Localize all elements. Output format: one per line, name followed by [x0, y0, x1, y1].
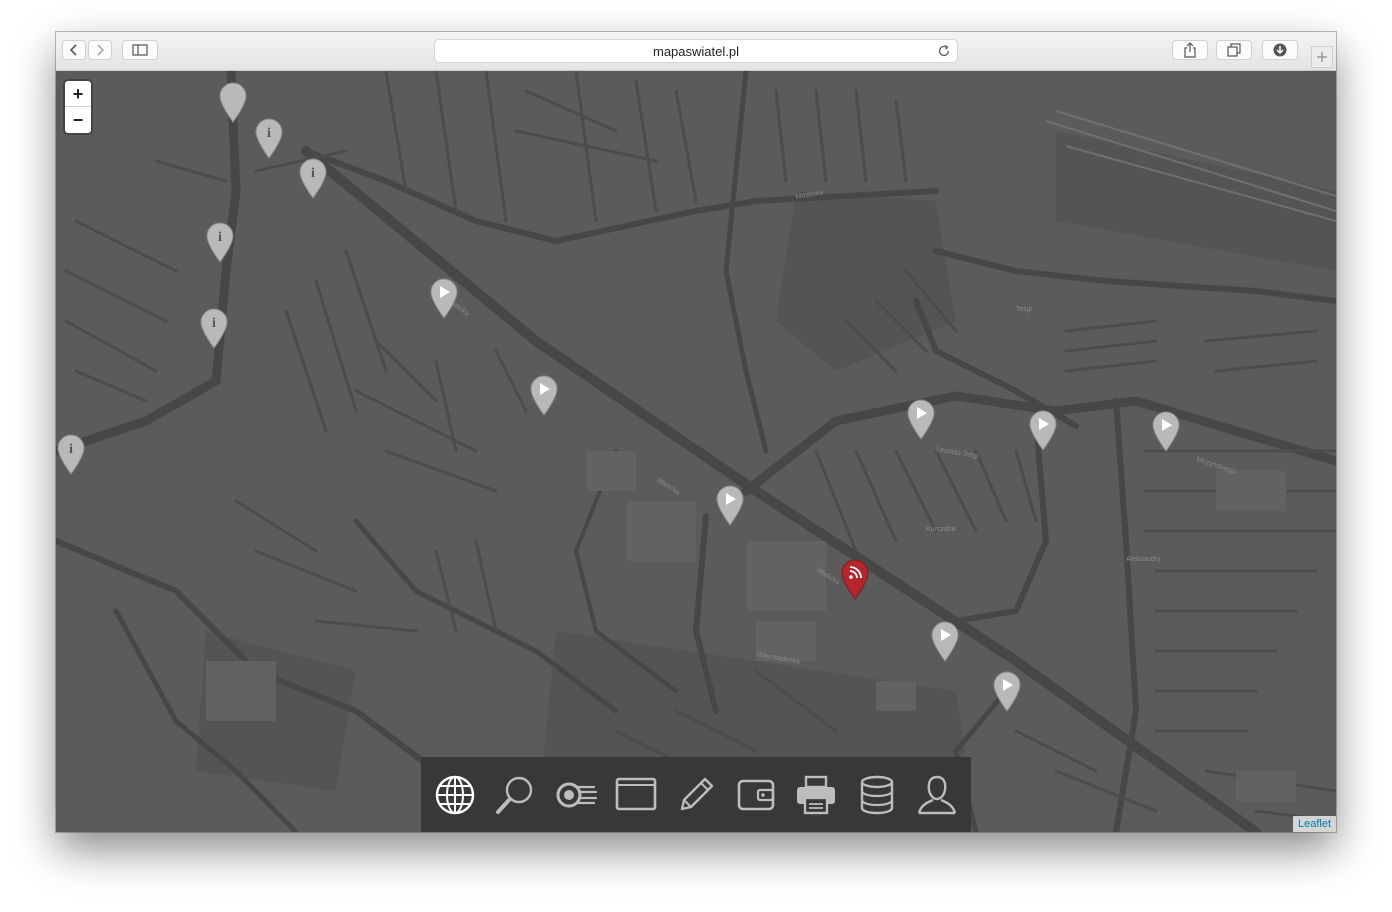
user-icon [917, 775, 957, 814]
attribution-link[interactable]: Leaflet [1298, 818, 1331, 830]
dock-item-database[interactable] [852, 770, 902, 820]
play-icon[interactable] [429, 277, 459, 319]
svg-text:i: i [69, 442, 73, 457]
play-icon[interactable] [992, 670, 1022, 712]
plus-icon [1317, 52, 1327, 62]
svg-text:Aleksandry: Aleksandry [1126, 556, 1161, 563]
forward-button[interactable] [88, 40, 112, 60]
dock-item-user[interactable] [912, 770, 962, 820]
new-tab-button[interactable] [1311, 46, 1333, 68]
zoom-in-button[interactable]: + [65, 81, 91, 107]
svg-text:Teligi: Teligi [1016, 306, 1032, 313]
play-icon[interactable] [715, 484, 745, 526]
play-icon[interactable] [930, 620, 960, 662]
url-text: mapaswiatel.pl [653, 43, 739, 59]
back-button[interactable] [62, 40, 86, 60]
downloads-button[interactable] [1262, 40, 1298, 60]
info-icon[interactable] [218, 81, 248, 123]
dock-item-search[interactable] [490, 770, 540, 820]
info-icon[interactable]: i [56, 433, 86, 475]
play-icon[interactable] [1151, 410, 1181, 452]
sidebar-icon [132, 44, 148, 56]
street-map: Mostowa Leonida Teligi Mirzyńskiego Wiel… [56, 71, 1336, 832]
chevron-left-icon [69, 44, 77, 56]
play-icon[interactable] [529, 374, 559, 416]
address-bar[interactable]: mapaswiatel.pl [434, 39, 958, 63]
info-icon[interactable]: i [298, 157, 328, 199]
download-icon [1273, 43, 1287, 57]
svg-text:i: i [311, 166, 315, 181]
tabs-icon [1227, 43, 1241, 57]
browser-window: mapaswiatel.pl Mostowa Leonida Teligi Mi… [56, 32, 1336, 832]
play-icon[interactable] [906, 398, 936, 440]
play-icon[interactable] [1028, 409, 1058, 451]
dock-item-edit[interactable] [671, 770, 721, 820]
browser-toolbar: mapaswiatel.pl [56, 32, 1336, 71]
wallet-icon [737, 779, 775, 810]
dock-item-print[interactable] [791, 770, 841, 820]
svg-text:Kurczaba: Kurczaba [926, 526, 956, 533]
dock-item-wallet[interactable] [731, 770, 781, 820]
dock-item-lights[interactable] [551, 770, 601, 820]
chevron-right-icon [97, 44, 105, 56]
map-attribution[interactable]: Leaflet [1292, 816, 1336, 832]
screen-icon [615, 777, 657, 810]
globe-icon [435, 775, 475, 814]
reload-icon[interactable] [937, 44, 951, 58]
dock-item-screen[interactable] [611, 770, 661, 820]
svg-text:i: i [267, 126, 271, 141]
svg-text:i: i [218, 230, 222, 245]
tabs-button[interactable] [1216, 40, 1252, 60]
dock-item-globe[interactable] [430, 770, 480, 820]
map-tools-dock [421, 757, 971, 832]
info-icon[interactable]: i [254, 117, 284, 159]
rss-icon[interactable] [840, 558, 870, 600]
share-icon [1184, 42, 1196, 58]
light-signal-icon [556, 782, 597, 807]
database-icon [860, 775, 893, 814]
zoom-out-button[interactable]: − [65, 107, 91, 133]
search-icon [496, 776, 533, 814]
sidebar-button[interactable] [122, 40, 158, 60]
pencil-icon [680, 777, 714, 810]
svg-text:i: i [212, 316, 216, 331]
zoom-control: + − [65, 81, 91, 133]
info-icon[interactable]: i [205, 221, 235, 263]
share-button[interactable] [1172, 40, 1208, 60]
map-canvas[interactable]: Mostowa Leonida Teligi Mirzyńskiego Wiel… [56, 71, 1336, 832]
printer-icon [797, 775, 836, 814]
info-icon[interactable]: i [199, 307, 229, 349]
